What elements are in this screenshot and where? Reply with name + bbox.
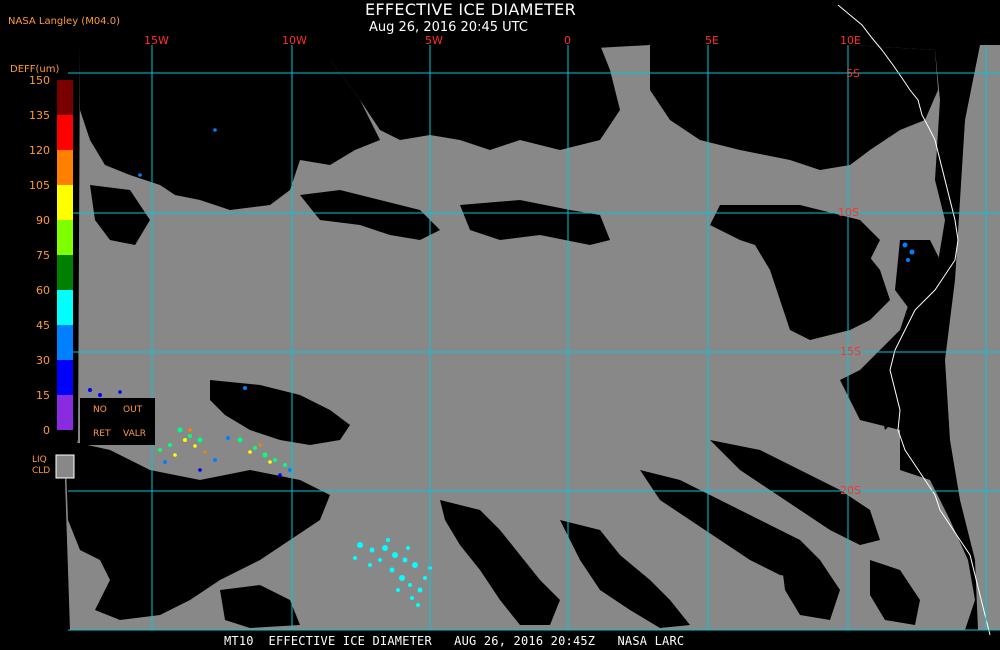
out-label: OUT [123, 405, 143, 415]
no-label: NO [93, 405, 107, 415]
legend-color-bar [57, 80, 73, 430]
legend-tick-label: 75 [36, 249, 50, 262]
legend-swatch [57, 115, 73, 150]
lon-label-10w: 10W [282, 34, 307, 47]
lon-label-5e: 5E [705, 34, 719, 47]
lat-label-10s: 10S [838, 206, 859, 219]
legend-swatch [57, 185, 73, 220]
lon-label-15w: 15W [144, 34, 169, 47]
lon-label-5w: 5W [425, 34, 443, 47]
valr-label: VALR [123, 429, 146, 439]
legend-swatch [57, 220, 73, 255]
cloud-map: 15W 10W 5W 0 5E 10E 5S 10S 15S 20S DEFF(… [10, 4, 1000, 636]
legend-tick-label: 90 [36, 214, 50, 227]
legend-tick-labels: 1501351201059075604530150 [29, 74, 50, 437]
legend-swatch [57, 255, 73, 290]
legend-tick-label: 45 [36, 319, 50, 332]
lon-label-10e: 10E [840, 34, 861, 47]
liquid-cloud-swatch [55, 454, 75, 479]
legend-swatch [57, 325, 73, 360]
legend-tick-label: 105 [29, 179, 50, 192]
legend-tick-label: 135 [29, 109, 50, 122]
legend-swatch [57, 395, 73, 430]
lat-label-5s: 5S [846, 67, 860, 80]
legend-swatch [57, 150, 73, 185]
legend-tick-label: 30 [36, 354, 50, 367]
legend-tick-label: 120 [29, 144, 50, 157]
legend-tick-label: 60 [36, 284, 50, 297]
legend-tick-label: 15 [36, 389, 50, 402]
legend-swatch [57, 80, 73, 115]
lat-label-20s: 20S [840, 484, 861, 497]
lon-label-0: 0 [564, 34, 571, 47]
lat-label-15s: 15S [840, 345, 861, 358]
liq-label: LIQ [32, 455, 47, 465]
legend-tick-label: 150 [29, 74, 50, 87]
ret-label: RET [93, 429, 111, 439]
cld-label: CLD [32, 466, 50, 476]
satellite-image-view: NASA Langley (M04.0) EFFECTIVE ICE DIAME… [0, 0, 1000, 650]
footer-caption: MT10 EFFECTIVE ICE DIAMETER AUG 26, 2016… [224, 634, 685, 648]
legend-tick-label: 0 [43, 424, 50, 437]
legend-swatch [57, 290, 73, 325]
legend-swatch [57, 360, 73, 395]
